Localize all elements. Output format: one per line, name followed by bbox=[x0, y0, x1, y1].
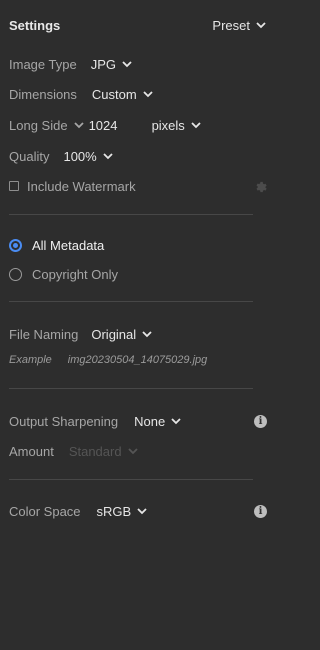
image-type-value: JPG bbox=[90, 56, 116, 72]
long-side-label: Long Side bbox=[9, 117, 68, 133]
color-space-value: sRGB bbox=[96, 503, 132, 519]
example-filename: img20230504_14075029.jpg bbox=[67, 354, 208, 366]
image-type-row: Image Type JPG bbox=[9, 55, 267, 73]
watermark-row: Include Watermark bbox=[9, 177, 267, 195]
unit-value: pixels bbox=[151, 117, 185, 133]
quality-dropdown[interactable]: 100% bbox=[63, 149, 113, 164]
divider bbox=[9, 301, 253, 302]
quality-value: 100% bbox=[63, 148, 97, 164]
settings-header: Settings Preset bbox=[9, 16, 267, 34]
chevron-down-icon bbox=[102, 150, 114, 162]
quality-row: Quality 100% bbox=[9, 147, 267, 165]
watermark-checkbox[interactable] bbox=[9, 181, 19, 191]
file-naming-dropdown[interactable]: Original bbox=[91, 327, 153, 342]
chevron-down-icon bbox=[73, 119, 85, 131]
info-icon[interactable]: i bbox=[254, 504, 267, 518]
chevron-down-icon bbox=[255, 19, 267, 31]
image-type-label: Image Type bbox=[9, 56, 77, 72]
chevron-down-icon bbox=[136, 505, 148, 517]
unit-dropdown[interactable]: pixels bbox=[152, 118, 202, 133]
amount-label: Amount bbox=[9, 443, 54, 459]
preset-dropdown[interactable]: Preset bbox=[212, 18, 267, 33]
dimensions-row: Dimensions Custom bbox=[9, 85, 267, 103]
output-sharpening-dropdown[interactable]: None bbox=[134, 414, 182, 429]
output-sharpening-value: None bbox=[134, 413, 166, 429]
watermark-label: Include Watermark bbox=[27, 178, 136, 194]
image-type-dropdown[interactable]: JPG bbox=[91, 57, 133, 72]
info-icon[interactable]: i bbox=[254, 414, 267, 428]
amount-row: Amount Standard bbox=[9, 442, 267, 460]
long-side-dropdown[interactable]: Long Side bbox=[9, 118, 85, 133]
dimensions-value: Custom bbox=[91, 86, 137, 102]
file-naming-value: Original bbox=[91, 326, 137, 342]
divider bbox=[9, 214, 253, 215]
copyright-only-label: Copyright Only bbox=[32, 266, 118, 282]
color-space-row: Color Space sRGB i bbox=[9, 502, 267, 520]
example-label: Example bbox=[9, 354, 52, 366]
chevron-down-icon bbox=[141, 328, 153, 340]
chevron-down-icon bbox=[127, 445, 139, 457]
divider bbox=[9, 388, 253, 389]
radio-unselected[interactable] bbox=[9, 267, 22, 281]
output-sharpening-row: Output Sharpening None i bbox=[9, 412, 267, 430]
output-sharpening-label: Output Sharpening bbox=[9, 413, 119, 429]
color-space-dropdown[interactable]: sRGB bbox=[97, 504, 149, 519]
long-side-row: Long Side 1024 pixels bbox=[9, 116, 267, 134]
metadata-option-all[interactable]: All Metadata bbox=[9, 236, 267, 254]
dimensions-label: Dimensions bbox=[9, 86, 77, 102]
gear-icon[interactable] bbox=[253, 179, 267, 193]
chevron-down-icon bbox=[190, 119, 202, 131]
amount-value: Standard bbox=[68, 443, 122, 459]
amount-dropdown: Standard bbox=[69, 444, 139, 459]
long-side-input[interactable]: 1024 bbox=[89, 118, 144, 133]
preset-label: Preset bbox=[212, 17, 250, 33]
file-naming-example: Example img20230504_14075029.jpg bbox=[9, 352, 267, 368]
all-metadata-label: All Metadata bbox=[32, 237, 105, 253]
divider bbox=[9, 479, 253, 480]
settings-title: Settings bbox=[9, 17, 61, 33]
file-naming-label: File Naming bbox=[9, 326, 79, 342]
chevron-down-icon bbox=[142, 88, 154, 100]
quality-label: Quality bbox=[9, 148, 50, 164]
file-naming-row: File Naming Original bbox=[9, 325, 267, 343]
chevron-down-icon bbox=[121, 58, 133, 70]
dimensions-dropdown[interactable]: Custom bbox=[92, 87, 154, 102]
color-space-label: Color Space bbox=[9, 503, 81, 519]
radio-selected[interactable] bbox=[9, 238, 22, 252]
metadata-option-copyright[interactable]: Copyright Only bbox=[9, 265, 267, 283]
chevron-down-icon bbox=[170, 415, 182, 427]
